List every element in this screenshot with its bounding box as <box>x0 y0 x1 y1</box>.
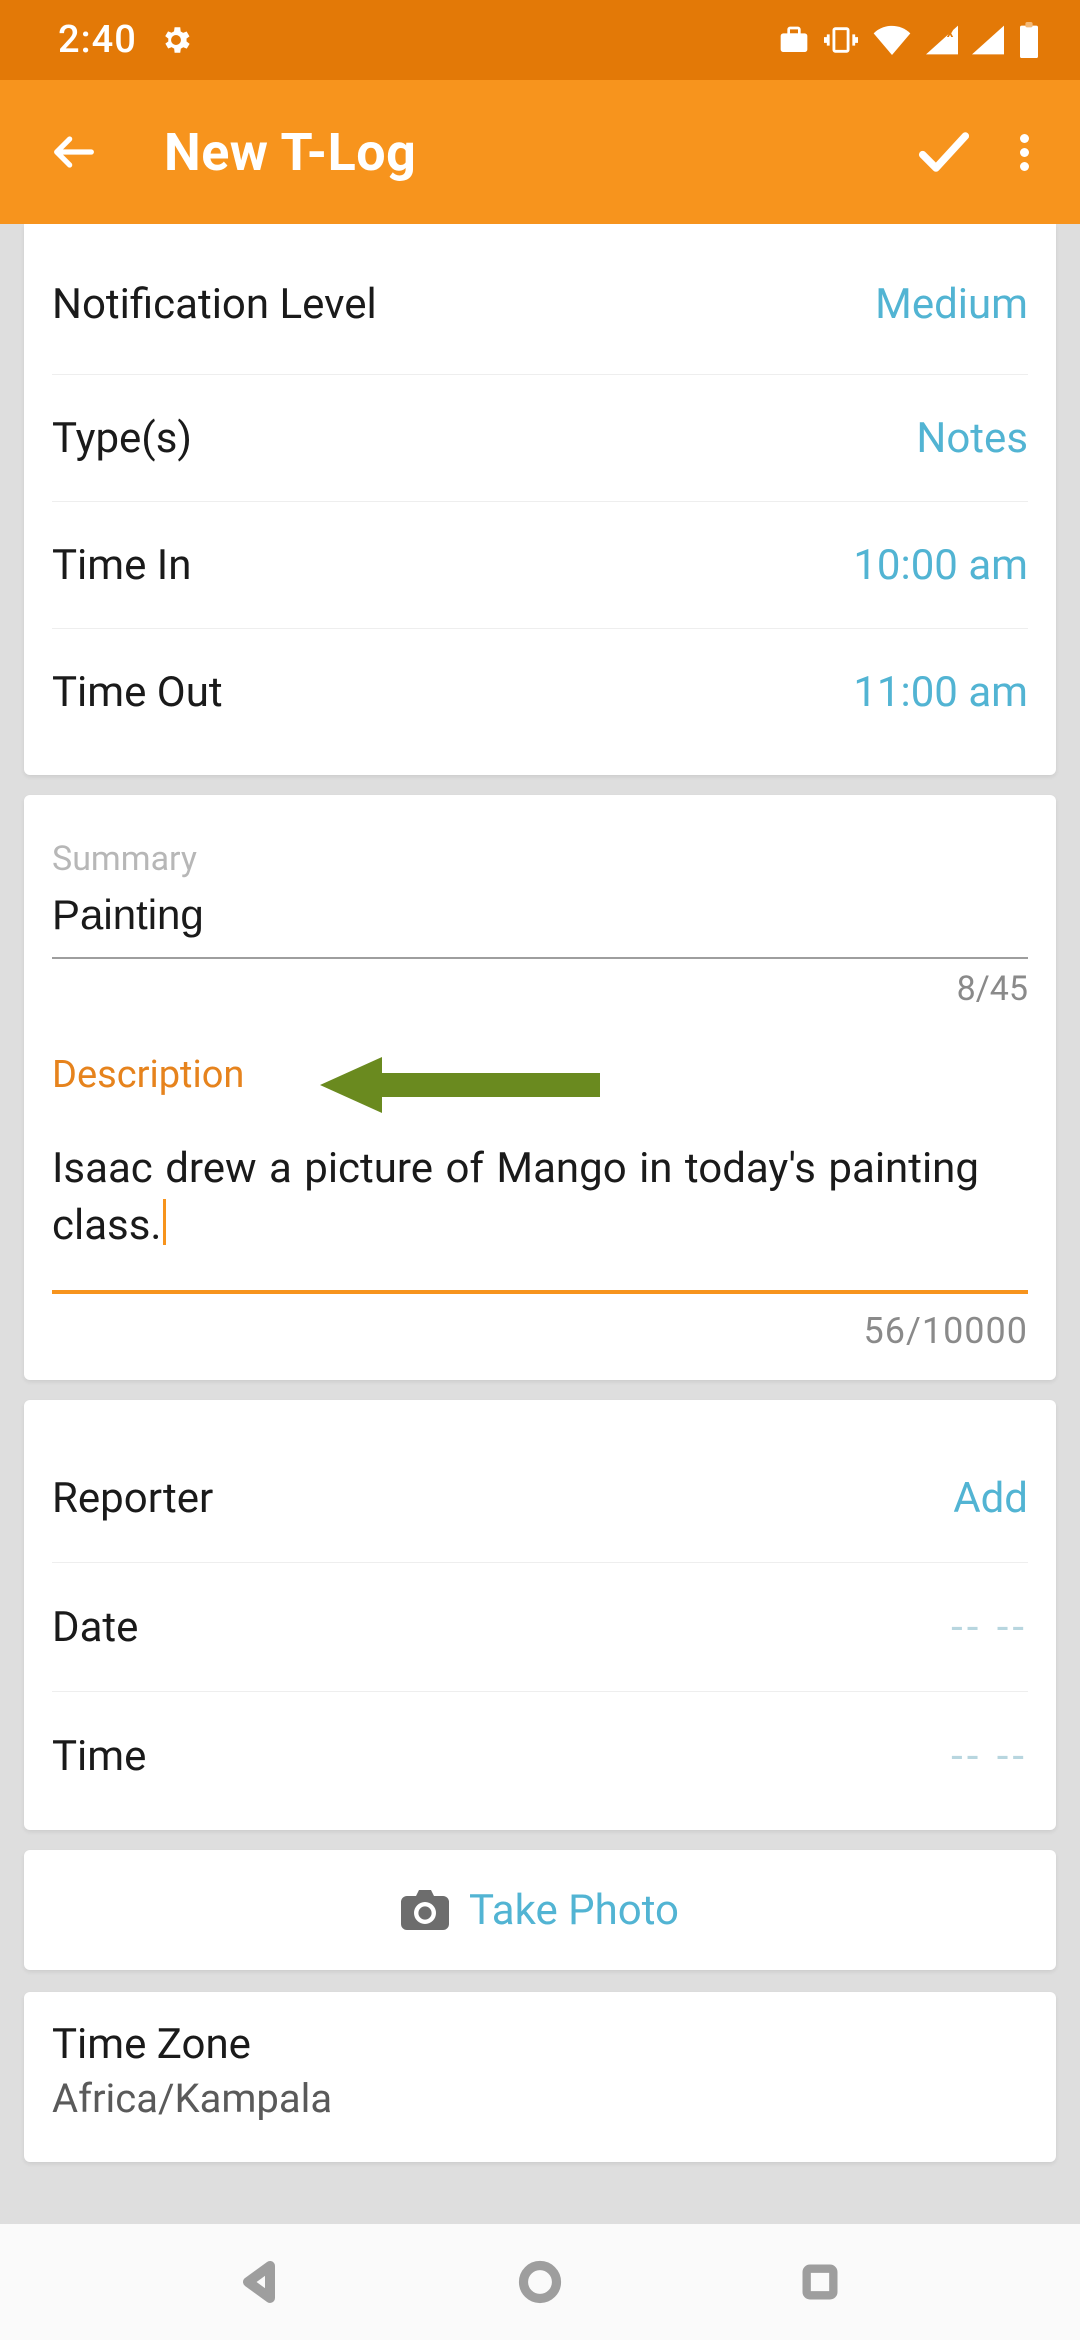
description-label: Description <box>52 1053 1028 1097</box>
time-in-value: 10:00 am <box>853 541 1028 590</box>
timezone-value: Africa/Kampala <box>52 2075 1028 2122</box>
time-value: -- -- <box>951 1732 1028 1781</box>
summary-input[interactable] <box>52 885 1028 959</box>
confirm-button[interactable] <box>904 112 984 192</box>
camera-icon <box>401 1890 449 1930</box>
signal-x-icon: x <box>926 25 958 55</box>
text-cursor <box>163 1199 166 1245</box>
reporter-row[interactable]: Reporter Add <box>24 1434 1056 1562</box>
briefcase-icon <box>778 26 810 54</box>
description-input[interactable]: Isaac drew a picture of Mango in today's… <box>52 1141 1028 1294</box>
take-photo-label: Take Photo <box>469 1886 679 1935</box>
time-out-label: Time Out <box>52 668 223 717</box>
app-bar: New T-Log <box>0 80 1080 224</box>
signal-icon <box>972 25 1004 55</box>
system-nav-bar <box>0 2224 1080 2340</box>
wifi-icon <box>872 24 912 56</box>
vibrate-icon <box>824 25 858 55</box>
gear-icon <box>159 23 193 57</box>
nav-back-button[interactable] <box>225 2247 295 2317</box>
reporter-add-link[interactable]: Add <box>953 1474 1028 1523</box>
notification-level-value: Medium <box>875 280 1028 329</box>
battery-icon <box>1018 22 1040 58</box>
svg-text:x: x <box>947 26 954 41</box>
time-in-label: Time In <box>52 541 191 590</box>
page-title: New T-Log <box>164 122 904 183</box>
date-row[interactable]: Date -- -- <box>24 1563 1056 1691</box>
date-value: -- -- <box>951 1603 1028 1652</box>
back-button[interactable] <box>44 122 104 182</box>
summary-counter: 8/45 <box>52 969 1028 1009</box>
time-out-row[interactable]: Time Out 11:00 am <box>24 629 1056 755</box>
summary-description-card: Summary 8/45 Description Isaac drew a pi… <box>24 795 1056 1380</box>
types-value: Notes <box>916 414 1028 463</box>
content-scroll[interactable]: Notification Level Medium Type(s) Notes … <box>0 224 1080 2224</box>
time-row[interactable]: Time -- -- <box>24 1692 1056 1820</box>
summary-label: Summary <box>52 839 1028 879</box>
notification-level-row[interactable]: Notification Level Medium <box>24 224 1056 374</box>
nav-recent-button[interactable] <box>785 2247 855 2317</box>
timezone-label: Time Zone <box>52 2020 1028 2069</box>
circle-home-icon <box>518 2260 562 2304</box>
overflow-menu-button[interactable] <box>996 112 1052 192</box>
check-icon <box>912 120 976 184</box>
description-counter: 56/10000 <box>52 1310 1028 1352</box>
more-vert-icon <box>1020 129 1029 176</box>
types-row[interactable]: Type(s) Notes <box>24 375 1056 501</box>
types-label: Type(s) <box>52 414 192 463</box>
time-out-value: 11:00 am <box>853 668 1028 717</box>
time-label: Time <box>52 1732 146 1781</box>
details-card: Notification Level Medium Type(s) Notes … <box>24 224 1056 775</box>
time-in-row[interactable]: Time In 10:00 am <box>24 502 1056 628</box>
take-photo-button[interactable]: Take Photo <box>24 1850 1056 1970</box>
notification-level-label: Notification Level <box>52 280 377 329</box>
status-time: 2:40 <box>58 18 137 62</box>
arrow-left-icon <box>48 126 100 178</box>
date-label: Date <box>52 1603 138 1652</box>
square-recent-icon <box>800 2262 840 2302</box>
reporter-date-time-card: Reporter Add Date -- -- Time -- -- <box>24 1400 1056 1830</box>
reporter-label: Reporter <box>52 1474 213 1523</box>
nav-home-button[interactable] <box>505 2247 575 2317</box>
description-text: Isaac drew a picture of Mango in today's… <box>52 1144 979 1250</box>
triangle-back-icon <box>236 2258 284 2306</box>
status-bar: 2:40 x <box>0 0 1080 80</box>
timezone-card[interactable]: Time Zone Africa/Kampala <box>24 1992 1056 2162</box>
